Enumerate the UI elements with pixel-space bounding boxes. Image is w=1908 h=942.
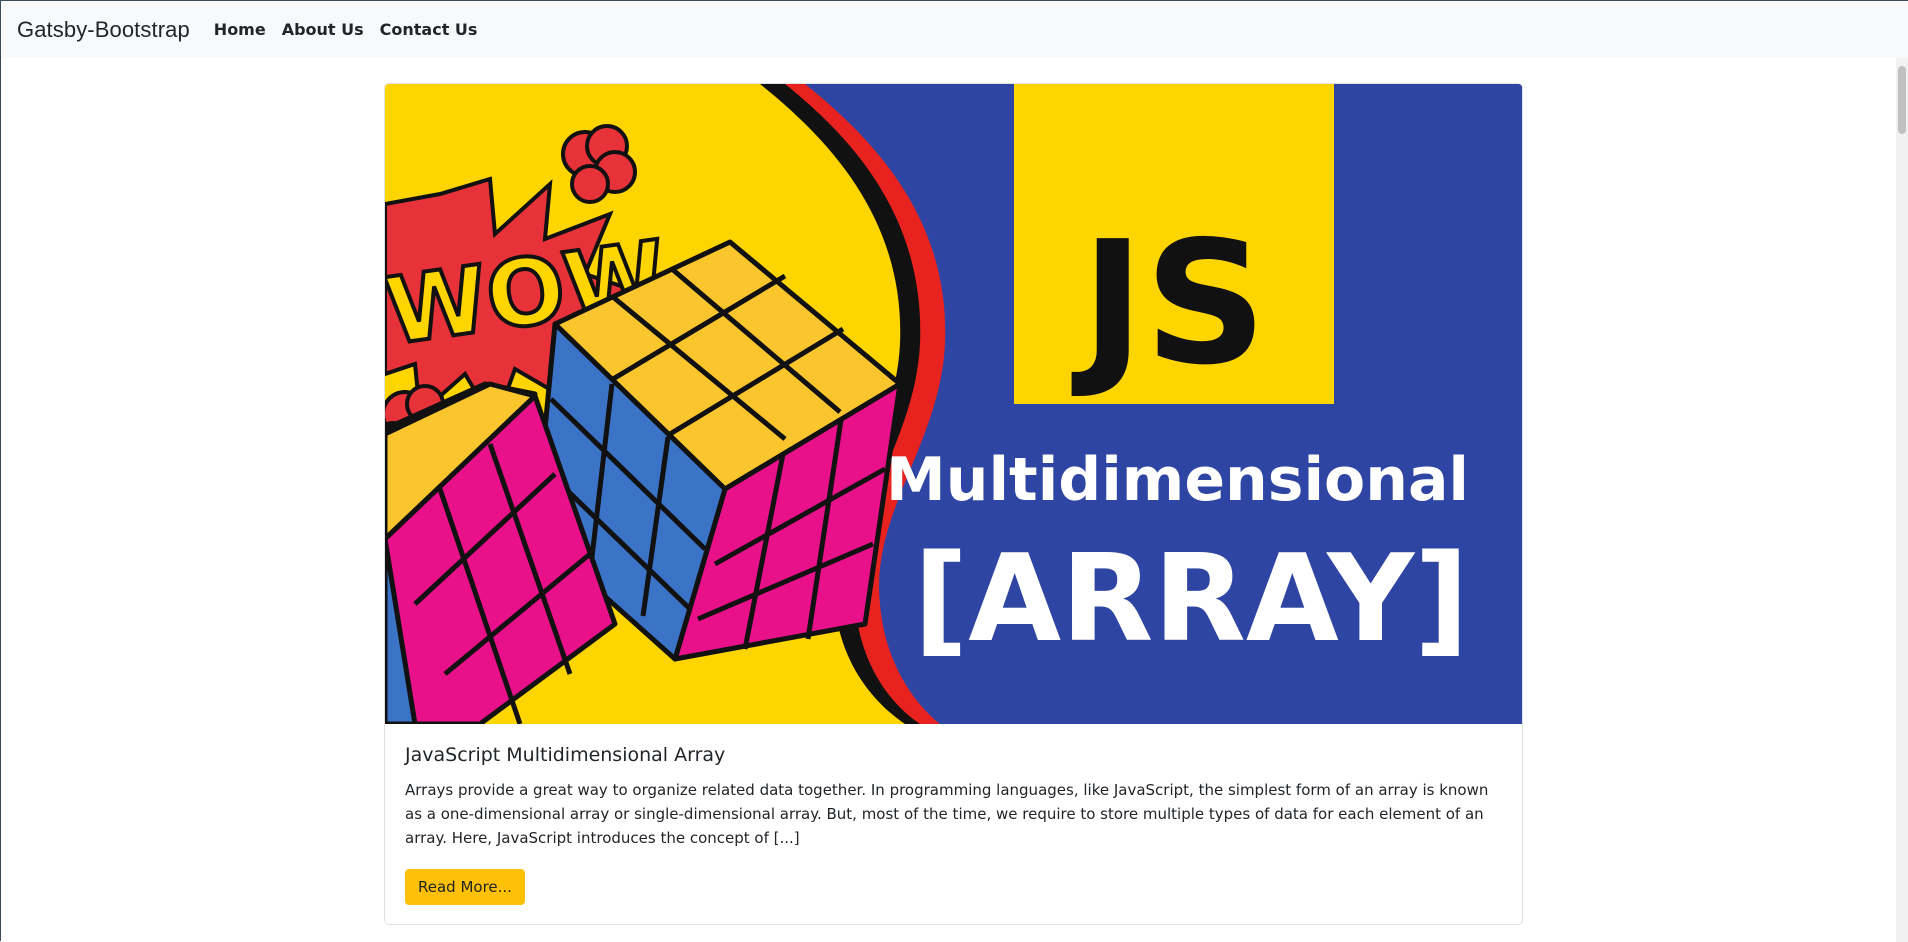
nav-link-home[interactable]: Home <box>214 20 266 39</box>
post-card: JS Multidimensional [ARRAY] WOW JavaScri… <box>384 83 1523 925</box>
navbar-brand[interactable]: Gatsby-Bootstrap <box>17 17 190 43</box>
image-headline-array: [ARRAY] <box>913 530 1469 669</box>
top-navbar: Gatsby-Bootstrap Home About Us Contact U… <box>1 1 1908 58</box>
image-headline-multidimensional: Multidimensional <box>886 445 1469 515</box>
read-more-button[interactable]: Read More... <box>405 869 525 905</box>
post-featured-image[interactable]: JS Multidimensional [ARRAY] WOW <box>385 84 1523 724</box>
nav-link-about-us[interactable]: About Us <box>282 20 364 39</box>
post-title[interactable]: JavaScript Multidimensional Array <box>405 744 1505 766</box>
scrollbar-thumb[interactable] <box>1898 66 1906 134</box>
nav-link-contact-us[interactable]: Contact Us <box>380 20 478 39</box>
page-scrollbar[interactable] <box>1896 58 1908 942</box>
js-logo-text: JS <box>1071 205 1267 403</box>
post-card-body: JavaScript Multidimensional Array Arrays… <box>405 744 1505 850</box>
post-excerpt: Arrays provide a great way to organize r… <box>405 781 1489 847</box>
